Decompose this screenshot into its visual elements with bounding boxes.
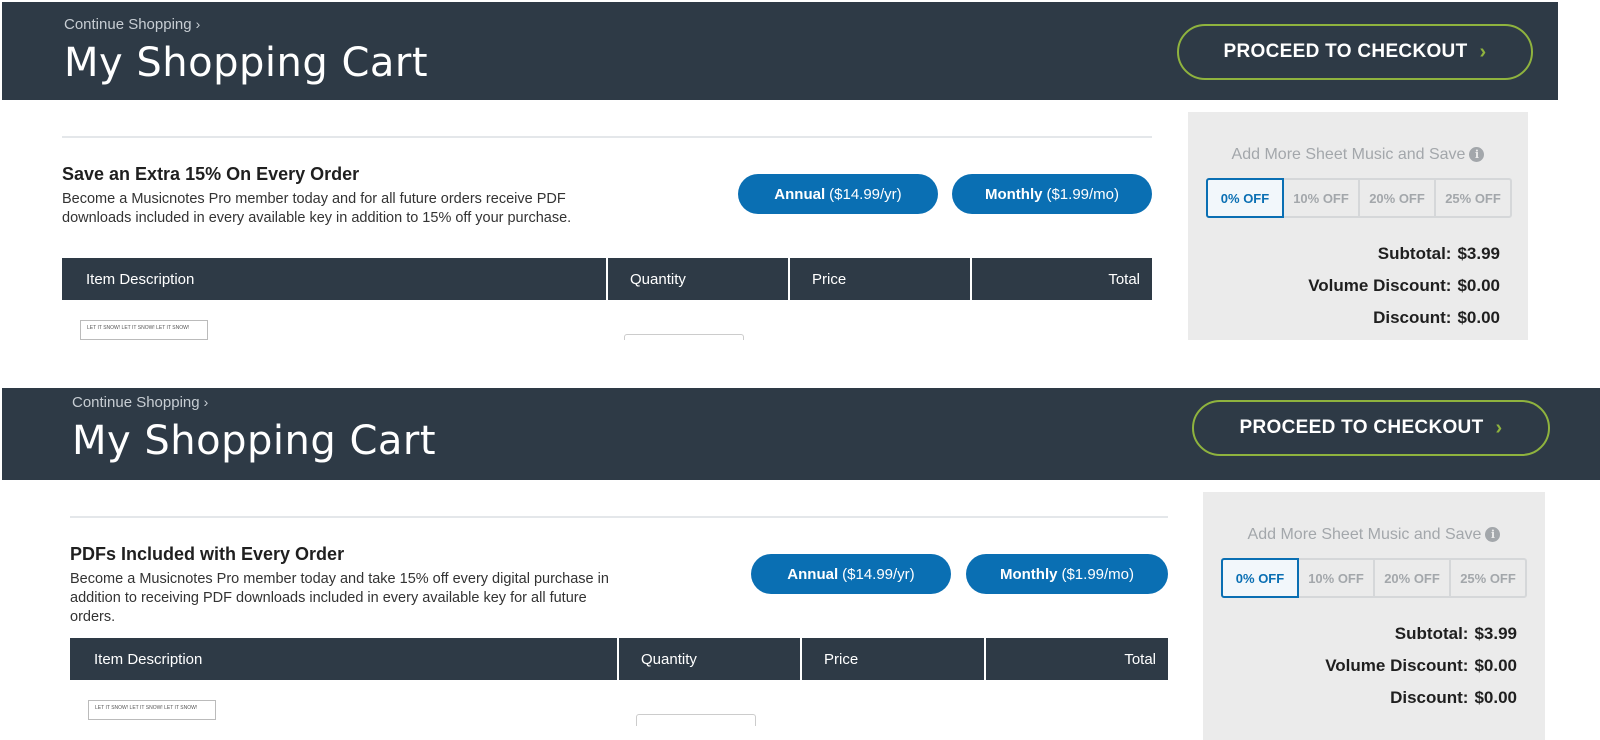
info-icon[interactable]: i xyxy=(1469,147,1485,162)
annual-plan-name: Annual xyxy=(774,185,826,203)
checkout-label: PROCEED TO CHECKOUT xyxy=(1239,417,1484,438)
cart-table-header: Item Description Quantity Price Total xyxy=(62,258,1152,300)
subtotal-label: Subtotal: xyxy=(1377,244,1452,263)
column-header-quantity: Quantity xyxy=(619,638,802,680)
cart-variant-b: Continue Shopping › My Shopping Cart PROC… xyxy=(0,388,1600,740)
tier-10-off[interactable]: 10% OFF xyxy=(1299,560,1375,596)
continue-shopping-link[interactable]: Continue Shopping › xyxy=(72,394,208,411)
info-icon[interactable]: i xyxy=(1485,527,1501,542)
promo-text: Become a Musicnotes Pro member today and… xyxy=(62,191,572,226)
tier-0-off[interactable]: 0% OFF xyxy=(1206,178,1284,218)
proceed-to-checkout-button[interactable]: PROCEED TO CHECKOUT › xyxy=(1177,24,1533,80)
monthly-plan-price: ($1.99/mo) xyxy=(1061,565,1135,583)
discount-tiers: 0% OFF 10% OFF 20% OFF 25% OFF xyxy=(1221,558,1527,598)
monthly-plan-name: Monthly xyxy=(999,565,1058,583)
chevron-right-icon: › xyxy=(1479,40,1487,63)
subtotal-value: $3.99 xyxy=(1457,244,1500,263)
promo-heading: Save an Extra 15% On Every Order xyxy=(62,164,360,184)
discount-label: Discount: xyxy=(1390,688,1469,707)
annual-plan-price: ($14.99/yr) xyxy=(829,185,902,203)
monthly-plan-button[interactable]: Monthly ($1.99/mo) xyxy=(966,554,1168,594)
column-header-price: Price xyxy=(790,258,972,300)
cart-header: Continue Shopping › My Shopping Cart PROC… xyxy=(2,388,1600,480)
column-header-item-description: Item Description xyxy=(62,258,608,300)
volume-save-title-text: Add More Sheet Music and Save xyxy=(1247,526,1482,543)
subtotal-line: Subtotal: $3.99 xyxy=(1395,624,1517,644)
page-title: My Shopping Cart xyxy=(72,418,437,464)
order-summary: Add More Sheet Music and Save i 0% OFF 10… xyxy=(1188,112,1528,340)
item-thumbnail-text: LET IT SNOW! LET IT SNOW! LET IT SNOW! xyxy=(95,705,198,711)
discount-tiers: 0% OFF 10% OFF 20% OFF 25% OFF xyxy=(1206,178,1512,218)
monthly-plan-price: ($1.99/mo) xyxy=(1046,185,1120,203)
promo-text: Become a Musicnotes Pro member today and… xyxy=(70,571,609,625)
discount-line: Discount: $0.00 xyxy=(1373,308,1500,328)
item-thumbnail[interactable]: LET IT SNOW! LET IT SNOW! LET IT SNOW! xyxy=(80,320,208,340)
checkout-label: PROCEED TO CHECKOUT xyxy=(1223,41,1468,62)
column-header-price: Price xyxy=(802,638,986,680)
volume-discount-label: Volume Discount: xyxy=(1325,656,1469,675)
divider xyxy=(70,516,1168,518)
discount-line: Discount: $0.00 xyxy=(1390,688,1517,708)
volume-discount-label: Volume Discount: xyxy=(1308,276,1452,295)
tier-10-off[interactable]: 10% OFF xyxy=(1284,180,1360,216)
continue-shopping-link[interactable]: Continue Shopping › xyxy=(64,16,200,33)
volume-save-title-text: Add More Sheet Music and Save xyxy=(1231,146,1466,163)
column-header-item-description: Item Description xyxy=(70,638,619,680)
annual-plan-button[interactable]: Annual ($14.99/yr) xyxy=(751,554,951,594)
discount-label: Discount: xyxy=(1373,308,1452,327)
cart-table-header: Item Description Quantity Price Total xyxy=(70,638,1168,680)
volume-save-title: Add More Sheet Music and Save i xyxy=(1203,526,1545,544)
monthly-plan-button[interactable]: Monthly ($1.99/mo) xyxy=(952,174,1152,214)
divider xyxy=(62,136,1152,138)
continue-shopping-label: Continue Shopping xyxy=(64,16,192,33)
monthly-plan-name: Monthly xyxy=(984,185,1043,203)
cart-header: Continue Shopping › My Shopping Cart PROC… xyxy=(2,2,1558,100)
discount-value: $0.00 xyxy=(1474,688,1517,707)
continue-shopping-label: Continue Shopping xyxy=(72,394,200,411)
tier-20-off[interactable]: 20% OFF xyxy=(1375,560,1451,596)
annual-plan-name: Annual xyxy=(787,565,839,583)
page-title: My Shopping Cart xyxy=(64,40,429,86)
volume-discount-value: $0.00 xyxy=(1457,276,1500,295)
item-thumbnail[interactable]: LET IT SNOW! LET IT SNOW! LET IT SNOW! xyxy=(88,700,216,720)
annual-plan-price: ($14.99/yr) xyxy=(842,565,915,583)
volume-discount-value: $0.00 xyxy=(1474,656,1517,675)
order-summary: Add More Sheet Music and Save i 0% OFF 10… xyxy=(1203,492,1545,740)
item-thumbnail-text: LET IT SNOW! LET IT SNOW! LET IT SNOW! xyxy=(87,325,190,331)
volume-discount-line: Volume Discount: $0.00 xyxy=(1308,276,1500,296)
cart-variant-a: Continue Shopping › My Shopping Cart PROC… xyxy=(0,0,1600,340)
promo-heading: PDFs Included with Every Order xyxy=(70,544,345,564)
quantity-stepper[interactable] xyxy=(636,714,756,726)
column-header-total: Total xyxy=(1108,270,1140,288)
subtotal-line: Subtotal: $3.99 xyxy=(1378,244,1500,264)
tier-25-off[interactable]: 25% OFF xyxy=(1451,560,1525,596)
annual-plan-button[interactable]: Annual ($14.99/yr) xyxy=(738,174,938,214)
chevron-right-icon: › xyxy=(195,16,201,32)
proceed-to-checkout-button[interactable]: PROCEED TO CHECKOUT › xyxy=(1192,400,1550,456)
volume-save-title: Add More Sheet Music and Save i xyxy=(1188,146,1528,164)
quantity-stepper[interactable] xyxy=(624,334,744,340)
tier-20-off[interactable]: 20% OFF xyxy=(1360,180,1436,216)
chevron-right-icon: › xyxy=(1495,416,1503,439)
column-header-total: Total xyxy=(1124,650,1156,668)
subtotal-value: $3.99 xyxy=(1474,624,1517,643)
subtotal-label: Subtotal: xyxy=(1394,624,1469,643)
discount-value: $0.00 xyxy=(1457,308,1500,327)
tier-25-off[interactable]: 25% OFF xyxy=(1436,180,1510,216)
volume-discount-line: Volume Discount: $0.00 xyxy=(1325,656,1517,676)
chevron-right-icon: › xyxy=(203,394,209,410)
tier-0-off[interactable]: 0% OFF xyxy=(1221,558,1299,598)
column-header-quantity: Quantity xyxy=(608,258,790,300)
